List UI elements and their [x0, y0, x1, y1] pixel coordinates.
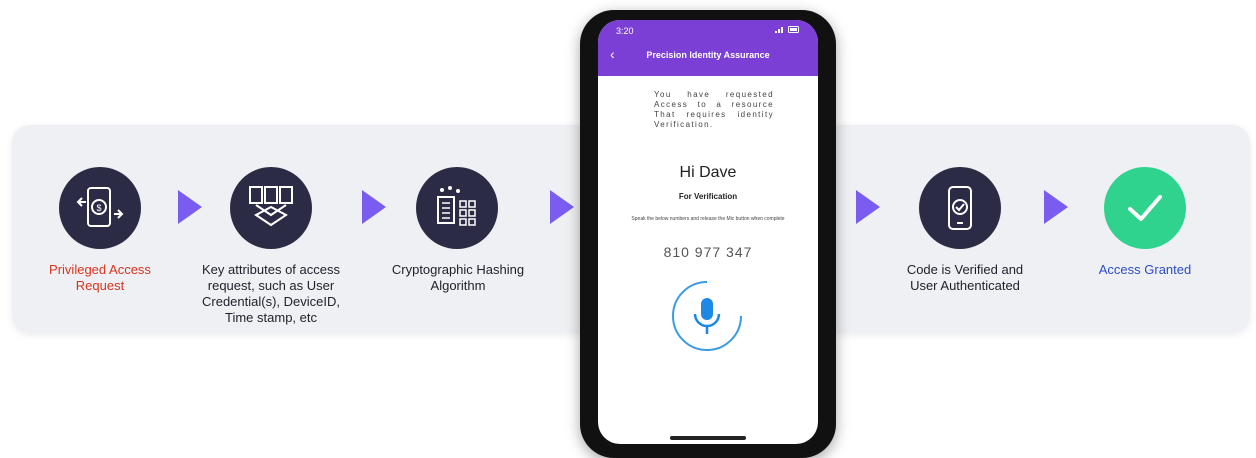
status-icons: [774, 26, 800, 35]
mic-button[interactable]: [667, 276, 747, 356]
flow-arrow-1: [178, 190, 202, 224]
hashing-icon: [437, 186, 476, 226]
flow-arrow-4: [856, 190, 880, 224]
flow-arrow-3: [550, 190, 574, 224]
phone-mockup: 3:20 ‹ Precision Identity Assurance You …: [580, 10, 836, 458]
documents-icon: [249, 186, 293, 227]
step-3-label: Cryptographic Hashing Algorithm: [391, 262, 525, 293]
verification-subtitle: For Verification: [678, 192, 738, 201]
step-1-label: Privileged Access Request: [49, 262, 151, 293]
checkmark-icon: [1128, 195, 1162, 221]
instruction-text: Speak the below numbers and release the …: [631, 216, 785, 222]
mobile-swap-icon: $: [76, 187, 124, 227]
request-message: You have requested Access to a resource …: [654, 90, 774, 129]
step-4-label: Code is Verified and User Authenticated: [906, 262, 1024, 293]
flow-arrow-5: [1044, 190, 1068, 224]
step-2-icon-circle: [230, 167, 312, 249]
step-5-label: Access Granted: [1098, 262, 1192, 277]
greeting: Hi Dave: [679, 164, 737, 181]
battery-icon: [788, 26, 799, 33]
phone-screen: 3:20 ‹ Precision Identity Assurance You …: [598, 20, 818, 444]
verification-code: 810 977 347: [663, 244, 753, 260]
step-5-icon-circle: [1104, 167, 1186, 249]
svg-text:$: $: [96, 203, 101, 213]
step-2-label: Key attributes of access request, such a…: [201, 262, 340, 325]
signal-icon: [774, 27, 783, 33]
phone-check-icon: [948, 186, 972, 230]
mic-icon: [701, 298, 713, 320]
step-1-icon-circle: $: [59, 167, 141, 249]
status-time: 3:20: [616, 26, 634, 36]
step-4-icon-circle: [919, 167, 1001, 249]
home-indicator: [670, 436, 746, 440]
app-bar: 3:20 ‹ Precision Identity Assurance: [598, 20, 818, 76]
flow-arrow-2: [362, 190, 386, 224]
step-3-icon-circle: [416, 167, 498, 249]
app-title: Precision Identity Assurance: [646, 50, 770, 60]
